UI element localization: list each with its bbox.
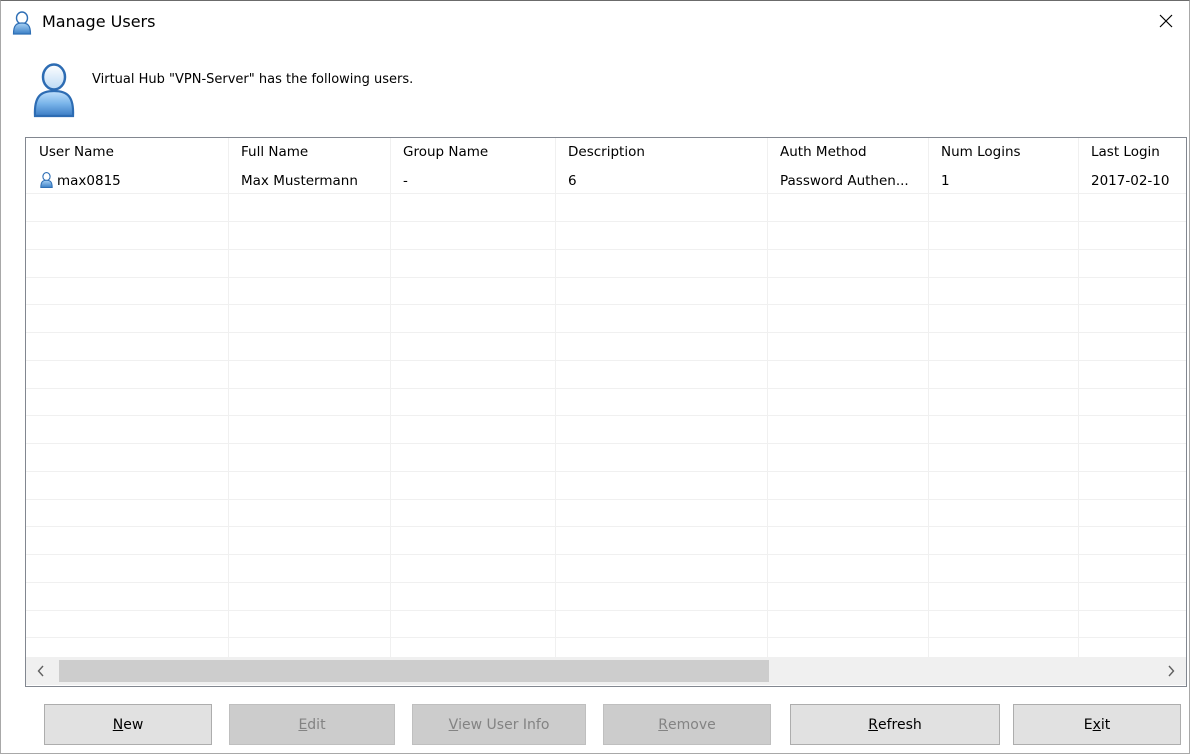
cell-description: 6 [568, 173, 577, 189]
chevron-right-icon [1168, 665, 1175, 677]
exit-button-label: it [1100, 716, 1111, 733]
header-message: Virtual Hub "VPN-Server" has the followi… [92, 72, 414, 87]
remove-button-mnemonic: R [658, 716, 668, 733]
exit-button-prefix: E [1083, 716, 1093, 733]
window-title: Manage Users [42, 12, 156, 31]
refresh-button-label: efresh [877, 716, 922, 733]
user-icon [12, 11, 32, 35]
column-header-last-login[interactable]: Last Login [1078, 138, 1186, 166]
grid-row-divider [26, 360, 1186, 361]
remove-button-label: emove [668, 716, 716, 733]
grid-row-divider [26, 193, 1186, 194]
column-header-group-name[interactable]: Group Name [390, 138, 555, 166]
close-button[interactable] [1143, 1, 1189, 41]
grid-row-divider [26, 221, 1186, 222]
remove-button[interactable]: Remove [603, 704, 771, 745]
exit-button-mnemonic: x [1092, 716, 1101, 733]
cell-user-name: max0815 [26, 166, 228, 193]
grid-row-divider [26, 526, 1186, 527]
cell-group-name: - [403, 173, 408, 189]
column-header-description[interactable]: Description [555, 138, 767, 166]
cell-full-name: Max Mustermann [241, 173, 358, 189]
user-large-icon [33, 63, 75, 118]
grid-row-divider [26, 471, 1186, 472]
refresh-button[interactable]: Refresh [790, 704, 1000, 745]
column-header-user-name[interactable]: User Name [26, 138, 228, 166]
grid-row-divider [26, 554, 1186, 555]
title-bar: Manage Users [1, 1, 1189, 41]
user-name-text: max0815 [57, 173, 121, 189]
cell-num-logins: 1 [941, 173, 950, 189]
grid-row-divider [26, 499, 1186, 500]
column-header-auth-method[interactable]: Auth Method [767, 138, 928, 166]
refresh-button-mnemonic: R [868, 716, 878, 733]
scroll-right-button[interactable] [1156, 657, 1186, 685]
horizontal-scrollbar[interactable] [26, 657, 1186, 685]
edit-button[interactable]: Edit [229, 704, 395, 745]
cell-auth-method: Password Authen... [780, 173, 909, 189]
grid-row-divider [26, 304, 1186, 305]
user-icon [40, 172, 53, 188]
grid-row-divider [26, 388, 1186, 389]
grid-row-divider [26, 443, 1186, 444]
scroll-left-button[interactable] [26, 657, 56, 685]
chevron-left-icon [37, 665, 44, 677]
view-user-info-button[interactable]: View User Info [412, 704, 586, 745]
view-user-info-button-label: iew User Info [458, 716, 550, 733]
edit-button-mnemonic: E [298, 716, 308, 733]
table-row[interactable]: max0815 Max Mustermann - 6 Password Auth… [26, 166, 1186, 193]
column-header-full-name[interactable]: Full Name [228, 138, 390, 166]
new-button-mnemonic: N [112, 716, 124, 733]
view-user-info-button-mnemonic: V [448, 716, 459, 733]
cell-last-login: 2017-02-10 [1091, 173, 1170, 189]
grid-row-divider [26, 249, 1186, 250]
grid-row-divider [26, 332, 1186, 333]
grid-row-divider [26, 582, 1186, 583]
users-list[interactable]: User Name Full Name Group Name Descripti… [25, 137, 1187, 687]
scroll-thumb[interactable] [59, 660, 769, 682]
manage-users-window: Manage Users Virtual Hub "VPN-Server" ha… [0, 0, 1190, 754]
grid-row-divider [26, 637, 1186, 638]
list-header: User Name Full Name Group Name Descripti… [26, 138, 1186, 166]
column-header-num-logins[interactable]: Num Logins [928, 138, 1078, 166]
new-button[interactable]: New [44, 704, 212, 745]
new-button-label: ew [123, 716, 144, 733]
grid-row-divider [26, 277, 1186, 278]
list-body: max0815 Max Mustermann - 6 Password Auth… [26, 166, 1186, 657]
close-icon [1159, 14, 1173, 28]
exit-button[interactable]: Ex it [1013, 704, 1181, 745]
edit-button-label: dit [307, 716, 326, 733]
grid-row-divider [26, 415, 1186, 416]
grid-row-divider [26, 610, 1186, 611]
